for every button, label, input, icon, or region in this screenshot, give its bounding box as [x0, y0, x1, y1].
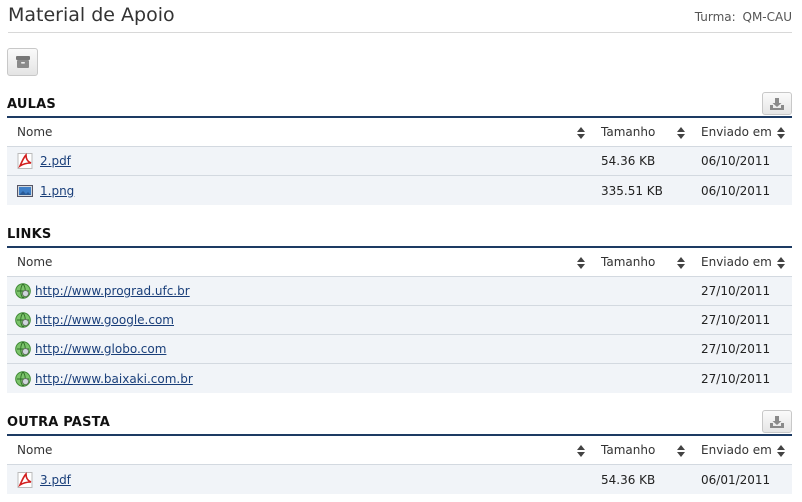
- section-outra-pasta: OUTRA PASTA Nome Tamanho Enviado em 3.pd…: [7, 409, 792, 494]
- section-links: LINKS Nome Tamanho Enviado em http://www…: [7, 221, 792, 393]
- section-header: AULAS: [7, 91, 792, 118]
- section-header: OUTRA PASTA: [7, 409, 792, 436]
- table-row[interactable]: 2.pdf 54.36 KB 06/10/2011: [7, 147, 792, 176]
- column-header-name[interactable]: Nome: [17, 118, 52, 146]
- column-header-size[interactable]: Tamanho: [601, 248, 655, 276]
- section-title: LINKS: [7, 227, 52, 242]
- file-link[interactable]: http://www.google.com: [35, 313, 174, 327]
- sort-icon[interactable]: [777, 127, 785, 139]
- column-header-date[interactable]: Enviado em: [701, 248, 772, 276]
- turma-value: QM-CAU: [742, 10, 793, 24]
- file-link[interactable]: http://www.globo.com: [35, 342, 166, 356]
- download-button[interactable]: [762, 92, 792, 115]
- file-date: 27/10/2011: [701, 284, 771, 298]
- column-header-name[interactable]: Nome: [17, 248, 52, 276]
- link-icon: [15, 312, 31, 328]
- pdf-icon: [17, 471, 33, 488]
- download-tray-icon: [770, 97, 784, 110]
- table-row[interactable]: http://www.google.com 27/10/2011: [7, 306, 792, 335]
- file-size: 54.36 KB: [601, 154, 656, 168]
- file-date: 06/10/2011: [701, 183, 771, 198]
- section-title: OUTRA PASTA: [7, 415, 110, 430]
- page-header: Material de Apoio Turma: QM-CAU: [8, 0, 792, 33]
- image-icon: [17, 184, 33, 197]
- download-button[interactable]: [762, 410, 792, 433]
- table-row[interactable]: http://www.baixaki.com.br 27/10/2011: [7, 364, 792, 393]
- file-date: 27/10/2011: [701, 313, 771, 327]
- turma-info: Turma: QM-CAU: [692, 10, 792, 24]
- table-row[interactable]: http://www.globo.com 27/10/2011: [7, 335, 792, 364]
- file-link[interactable]: 1.png: [40, 184, 74, 198]
- column-header-size[interactable]: Tamanho: [601, 118, 655, 146]
- table-row[interactable]: 3.pdf 54.36 KB 06/01/2011: [7, 465, 792, 494]
- file-date: 06/01/2011: [701, 472, 771, 487]
- table-row[interactable]: 1.png 335.51 KB 06/10/2011: [7, 176, 792, 205]
- table-row[interactable]: http://www.prograd.ufc.br 27/10/2011: [7, 277, 792, 306]
- link-icon: [15, 370, 31, 387]
- sort-icon[interactable]: [577, 445, 585, 457]
- archive-icon: [15, 56, 30, 68]
- sort-icon[interactable]: [777, 257, 785, 269]
- sort-icon[interactable]: [777, 445, 785, 457]
- file-link[interactable]: http://www.prograd.ufc.br: [35, 284, 190, 298]
- page-title: Material de Apoio: [8, 4, 175, 26]
- sort-icon[interactable]: [577, 257, 585, 269]
- file-date: 27/10/2011: [701, 371, 771, 386]
- download-tray-icon: [770, 415, 784, 428]
- file-size: 335.51 KB: [601, 183, 663, 198]
- column-header-date[interactable]: Enviado em: [701, 118, 772, 146]
- section-aulas: AULAS Nome Tamanho Enviado em 2.pdf 54.3…: [7, 91, 792, 205]
- link-icon: [15, 283, 31, 299]
- file-date: 27/10/2011: [701, 342, 771, 356]
- table-header: Nome Tamanho Enviado em: [7, 436, 792, 465]
- link-icon: [15, 341, 31, 357]
- archive-button[interactable]: [7, 48, 38, 76]
- file-link[interactable]: 3.pdf: [40, 473, 71, 487]
- pdf-icon: [17, 153, 33, 169]
- file-link[interactable]: http://www.baixaki.com.br: [35, 372, 193, 386]
- sort-icon[interactable]: [677, 445, 685, 457]
- section-header: LINKS: [7, 221, 792, 248]
- column-header-name[interactable]: Nome: [17, 436, 52, 464]
- file-link[interactable]: 2.pdf: [40, 154, 71, 168]
- sort-icon[interactable]: [677, 257, 685, 269]
- column-header-date[interactable]: Enviado em: [701, 436, 772, 464]
- section-title: AULAS: [7, 97, 56, 112]
- column-header-size[interactable]: Tamanho: [601, 436, 655, 464]
- sort-icon[interactable]: [677, 127, 685, 139]
- file-size: 54.36 KB: [601, 472, 656, 487]
- table-header: Nome Tamanho Enviado em: [7, 118, 792, 147]
- file-date: 06/10/2011: [701, 154, 771, 168]
- sort-icon[interactable]: [577, 127, 585, 139]
- table-header: Nome Tamanho Enviado em: [7, 248, 792, 277]
- turma-label: Turma:: [694, 10, 736, 24]
